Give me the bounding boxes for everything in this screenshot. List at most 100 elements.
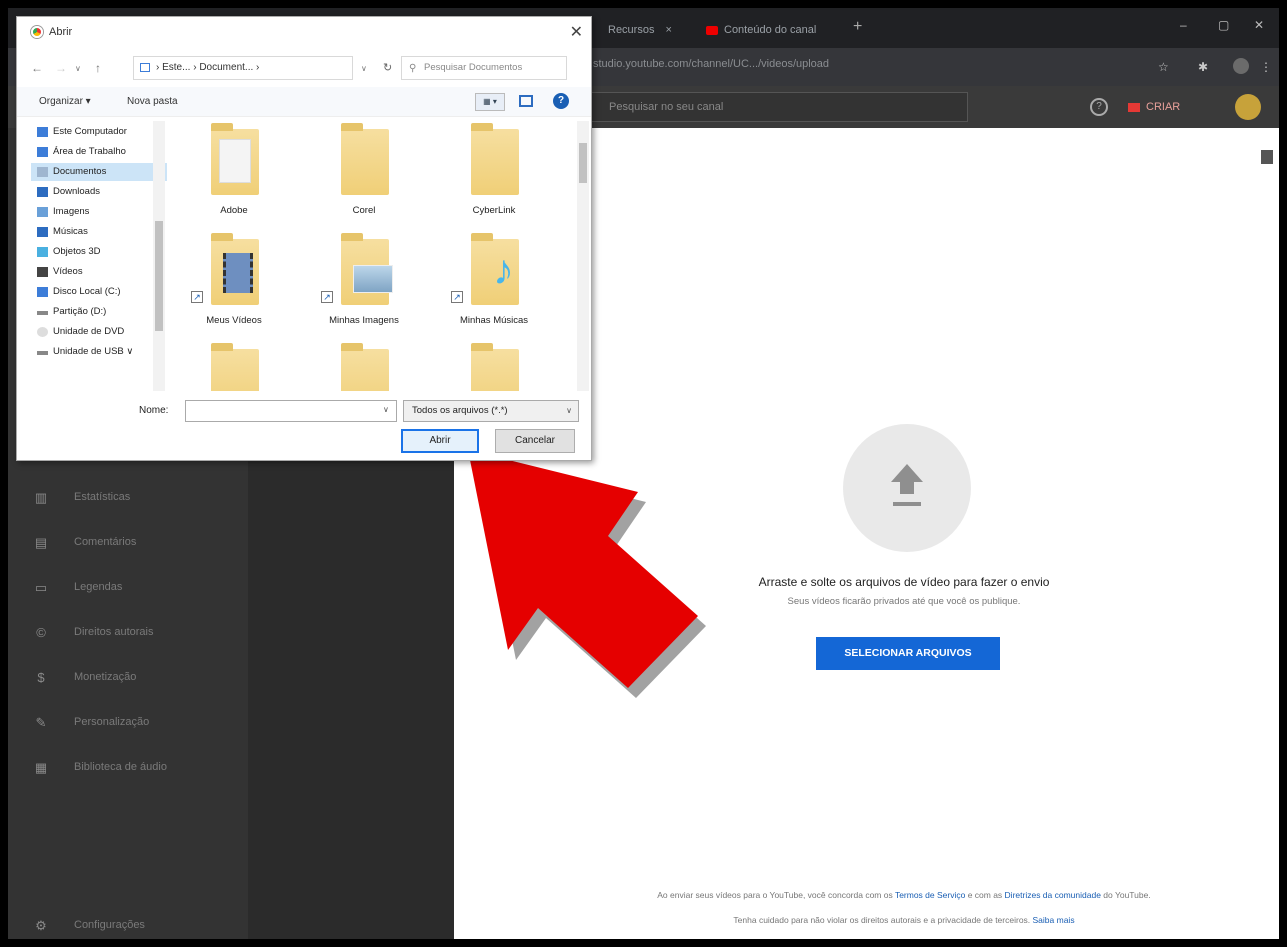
community-guidelines-link[interactable]: Diretrizes da comunidade <box>1005 890 1101 900</box>
file-item-my-images[interactable]: ↗ Minhas Imagens <box>309 231 419 331</box>
folder-images-icon <box>341 233 393 305</box>
nav-item-disk-c[interactable]: Disco Local (C:) <box>31 283 167 301</box>
tab-close-icon[interactable]: × <box>666 24 672 36</box>
computer-icon <box>140 63 150 72</box>
help-icon[interactable]: ? <box>1090 98 1108 116</box>
sidebar-item-subtitles[interactable]: ▭ Legendas <box>8 568 248 608</box>
sidebar-item-label: Configurações <box>74 919 145 931</box>
nav-item-this-pc[interactable]: Este Computador <box>31 123 167 141</box>
refresh-icon[interactable]: ↻ <box>383 61 392 74</box>
sidebar-item-label: Biblioteca de áudio <box>74 761 167 773</box>
nav-item-partition-d[interactable]: Partição (D:) <box>31 303 167 321</box>
nav-item-downloads[interactable]: Downloads <box>31 183 167 201</box>
view-options-button[interactable]: ▦ ▾ <box>475 93 505 111</box>
scrollbar-thumb[interactable] <box>155 221 163 331</box>
new-folder-button[interactable]: Nova pasta <box>127 96 178 107</box>
nav-item-desktop[interactable]: Área de Trabalho <box>31 143 167 161</box>
forward-arrow-icon[interactable]: → <box>55 61 67 75</box>
settings-icon: ⚙ <box>35 918 47 933</box>
preview-pane-icon[interactable] <box>519 95 533 107</box>
new-tab-button[interactable]: + <box>853 18 862 36</box>
star-icon[interactable]: ☆ <box>1158 60 1169 74</box>
sidebar-item-copyright[interactable]: © Direitos autorais <box>8 613 248 653</box>
usb-icon <box>37 351 48 355</box>
folder-icon <box>211 123 259 195</box>
file-name-label: Nome: <box>139 405 169 416</box>
file-name-input[interactable] <box>185 400 397 422</box>
sidebar-item-audio-library[interactable]: ▦ Biblioteca de áudio <box>8 748 248 788</box>
nav-pane-scrollbar[interactable] <box>153 121 165 391</box>
file-type-select[interactable]: Todos os arquivos (*.*) ∨ <box>403 400 579 422</box>
organize-button[interactable]: Organizar ▾ <box>39 96 91 107</box>
cancel-button[interactable]: Cancelar <box>495 429 575 453</box>
nav-item-3d-objects[interactable]: Objetos 3D <box>31 243 167 261</box>
sidebar-item-comments[interactable]: ▤ Comentários <box>8 523 248 563</box>
folder-icon <box>341 343 389 391</box>
nav-label: Músicas <box>53 226 88 237</box>
browser-tab-channel-content[interactable]: Conteúdo do canal <box>706 16 816 44</box>
file-item-my-music[interactable]: ♪ ↗ Minhas Músicas <box>439 231 549 331</box>
terms-of-service-link[interactable]: Termos de Serviço <box>895 890 965 900</box>
maximize-icon[interactable]: ▢ <box>1218 18 1229 32</box>
nav-item-videos[interactable]: Vídeos <box>31 263 167 281</box>
computer-icon <box>37 127 48 137</box>
path-breadcrumb[interactable]: › Este... › Document... › <box>133 56 353 80</box>
open-button[interactable]: Abrir <box>401 429 479 453</box>
file-item-folder[interactable] <box>439 341 549 391</box>
nav-item-images[interactable]: Imagens <box>31 203 167 221</box>
chrome-icon <box>31 26 43 38</box>
file-item-folder[interactable] <box>309 341 419 391</box>
avatar[interactable] <box>1235 94 1261 120</box>
help-icon[interactable]: ? <box>553 93 569 109</box>
minimize-icon[interactable]: – <box>1180 18 1187 32</box>
menu-icon[interactable]: ⋮ <box>1260 60 1272 74</box>
folder-videos-icon <box>211 233 259 305</box>
up-arrow-icon[interactable]: ↑ <box>95 61 101 75</box>
history-dropdown-icon[interactable]: ∨ <box>75 64 81 73</box>
file-item-my-videos[interactable]: ↗ Meus Vídeos <box>179 231 289 331</box>
sidebar-item-customization[interactable]: ✎ Personalização <box>8 703 248 743</box>
channel-search-input[interactable]: Pesquisar no seu canal <box>588 92 968 122</box>
sidebar-item-label: Personalização <box>74 716 150 728</box>
tab-label: Recursos <box>608 24 655 36</box>
browser-profile-avatar[interactable] <box>1233 58 1249 74</box>
file-item-adobe[interactable]: Adobe <box>179 121 289 221</box>
nav-label: Downloads <box>53 186 100 197</box>
browser-tab-resources[interactable]: Recursos × <box>608 16 672 44</box>
nav-item-dvd[interactable]: Unidade de DVD <box>31 323 167 341</box>
nav-item-music[interactable]: Músicas <box>31 223 167 241</box>
create-label: CRIAR <box>1146 101 1181 113</box>
file-item-corel[interactable]: Corel <box>309 121 419 221</box>
create-button[interactable]: CRIAR <box>1128 96 1180 118</box>
search-icon: ⚲ <box>409 63 417 74</box>
screen-frame: Recursos × Conteúdo do canal + – ▢ ✕ stu… <box>8 8 1279 939</box>
close-icon[interactable]: ✕ <box>570 22 583 42</box>
nav-item-usb[interactable]: Unidade de USB ∨ <box>31 343 167 361</box>
scrollbar-thumb[interactable] <box>579 143 587 183</box>
chevron-down-icon[interactable]: ∨ <box>383 405 389 414</box>
path-dropdown-icon[interactable]: ∨ <box>361 64 367 73</box>
back-arrow-icon[interactable]: ← <box>31 61 43 75</box>
shortcut-arrow-icon: ↗ <box>321 291 333 303</box>
sidebar-item-label: Monetização <box>74 671 137 683</box>
file-list-scrollbar[interactable] <box>577 121 589 391</box>
file-list: Adobe Corel CyberLink ↗ Meus Vídeos ↗ Mi… <box>167 121 577 391</box>
feedback-icon[interactable] <box>1261 150 1273 164</box>
extension-icon[interactable]: ✱ <box>1198 60 1208 74</box>
file-item-cyberlink[interactable]: CyberLink <box>439 121 549 221</box>
sidebar-item-monetization[interactable]: $ Monetização <box>8 658 248 698</box>
sidebar-item-analytics[interactable]: ▥ Estatísticas <box>8 478 248 518</box>
learn-more-link[interactable]: Saiba mais <box>1033 915 1075 925</box>
file-label: Minhas Músicas <box>459 315 529 326</box>
file-item-folder[interactable] <box>179 341 289 391</box>
sidebar-item-settings[interactable]: ⚙ Configurações <box>8 906 248 939</box>
close-window-icon[interactable]: ✕ <box>1254 18 1264 32</box>
search-input[interactable]: ⚲ Pesquisar Documentos <box>401 56 567 80</box>
3d-objects-icon <box>37 247 48 257</box>
nav-item-documents[interactable]: Documentos <box>31 163 167 181</box>
upload-drop-zone[interactable] <box>843 424 971 552</box>
comments-icon: ▤ <box>34 535 48 550</box>
select-files-button[interactable]: SELECIONAR ARQUIVOS <box>816 637 1000 670</box>
url-field[interactable]: studio.youtube.com/channel/UC.../videos/… <box>593 58 829 70</box>
downloads-icon <box>37 187 48 197</box>
